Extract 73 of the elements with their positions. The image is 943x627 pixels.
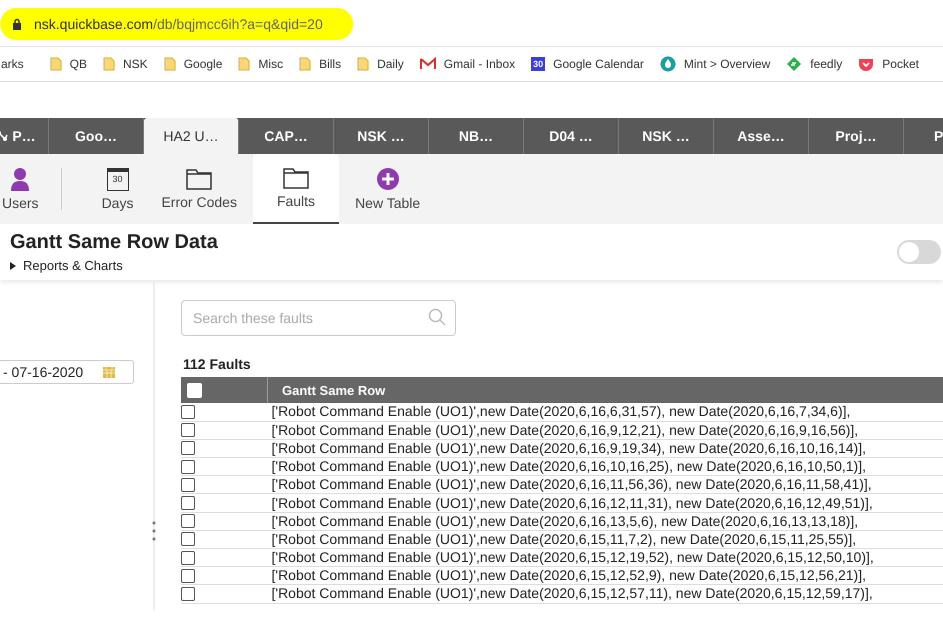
nodes-icon [0,130,8,142]
table-button[interactable]: Error Codes [149,154,249,224]
calendar-icon: 30 [531,57,546,71]
table-cell: ['Robot Command Enable (UO1)',new Date(2020,6,16,6,31,57), new Date(2020,6,16,7,34,6)], [268,403,943,422]
table-cell: ['Robot Command Enable (UO1)',new Date(2020,6,16,9,12,21), new Date(2020,6,16,9,16,56)], [268,421,943,440]
pocket-icon [858,56,874,72]
address-field[interactable]: nsk.quickbase.com/db/bqjmcc6ih?a=q&qid=20 [0,8,353,40]
row-checkbox[interactable] [181,550,195,565]
calendar-icon [103,366,115,378]
toggle-switch[interactable] [897,240,941,264]
table-cell: ['Robot Command Enable (UO1)',new Date(2020,6,15,11,7,2), new Date(2020,6,15,11,25,55)], [268,530,943,548]
app-tab[interactable]: P [904,118,943,154]
table-button[interactable]: New Table [343,154,432,224]
date-field[interactable]: - 07-16-2020 [0,360,134,384]
triangle-icon [10,262,16,270]
row-checkbox[interactable] [181,404,195,419]
folder-icon [164,57,176,71]
search-icon [428,308,446,326]
user-icon [10,167,30,191]
table-cell: ['Robot Command Enable (UO1)',new Date(2020,6,15,12,19,52), new Date(2020,6,15,12,50,10)], [268,548,943,567]
calendar-icon: 30 [106,168,129,190]
bookmark-link[interactable]: Pocket [882,57,919,71]
reports-link[interactable]: Reports & Charts [10,258,218,273]
bookmark-link[interactable]: arks [1,57,24,71]
bookmark-link[interactable]: Gmail - Inbox [444,57,516,71]
feed-icon [786,56,802,72]
record-count: 112 Faults [183,356,252,372]
row-checkbox[interactable] [181,460,195,474]
bookmark-link[interactable]: feedly [810,57,842,71]
bookmark-link[interactable]: QB [70,57,88,71]
table-cell: ['Robot Command Enable (UO1)',new Date(2020,6,16,13,5,6), new Date(2020,6,16,13,13,18)], [268,512,943,530]
bookmark-link[interactable]: Google Calendar [553,57,644,71]
select-all-checkbox[interactable] [187,382,202,398]
bookmark-link[interactable]: Bills [319,57,342,71]
app-tab[interactable]: HA2 U… [144,118,239,154]
row-checkbox[interactable] [181,532,195,546]
bookmark-link[interactable]: Misc [258,57,284,71]
table-cell: ['Robot Command Enable (UO1)',new Date(2020,6,15,12,52,9), new Date(2020,6,15,12,56,21)], [268,566,943,585]
drop-icon [660,56,676,72]
bookmark-link[interactable]: Daily [377,57,404,71]
folder-icon [186,168,212,190]
column-header[interactable]: Gantt Same Row [268,377,943,403]
search-field[interactable]: Search these faults [181,300,456,336]
table-button[interactable]: Faults [252,154,340,224]
row-checkbox[interactable] [181,423,195,438]
bookmark-link[interactable]: Mint > Overview [684,57,770,71]
table-cell: ['Robot Command Enable (UO1)',new Date(2020,6,16,10,16,25), new Date(2020,6,16,10,50,1)], [268,458,943,476]
folder-icon [103,57,116,71]
table-button[interactable]: 30 Days [90,154,146,224]
drag-handle-icon [152,520,156,542]
row-checkbox[interactable] [181,586,195,601]
mail-icon [420,57,436,71]
table-cell: ['Robot Command Enable (UO1)',new Date(2020,6,16,9,19,34), new Date(2020,6,16,10,16,14)], [268,439,943,458]
bookmark-link[interactable]: NSK [123,57,148,71]
lock-icon [12,18,22,30]
folder-icon [283,167,309,189]
url-text[interactable]: nsk.quickbase.com/db/bqjmcc6ih?a=q&qid=20 [34,16,323,32]
table-button[interactable]: Users [0,154,41,224]
add-icon [376,167,400,191]
table-cell: ['Robot Command Enable (UO1)',new Date(2020,6,16,11,56,36), new Date(2020,6,16,11,58,41)], [268,476,943,494]
row-checkbox[interactable] [181,568,195,583]
row-checkbox[interactable] [181,496,195,510]
bookmark-link[interactable]: Google [184,57,222,71]
folder-icon [50,57,62,71]
table-cell: ['Robot Command Enable (UO1)',new Date(2020,6,15,12,57,11), new Date(2020,6,15,12,59,17)], [268,584,943,604]
row-checkbox[interactable] [181,441,195,456]
folder-icon [238,57,250,71]
table-cell: ['Robot Command Enable (UO1)',new Date(2020,6,16,12,11,31), new Date(2020,6,16,12,49,51)], [268,494,943,512]
row-checkbox[interactable] [181,514,195,528]
page-title: Gantt Same Row Data [10,231,218,254]
folder-icon [299,57,312,71]
folder-icon [357,57,370,71]
row-checkbox[interactable] [181,478,195,492]
